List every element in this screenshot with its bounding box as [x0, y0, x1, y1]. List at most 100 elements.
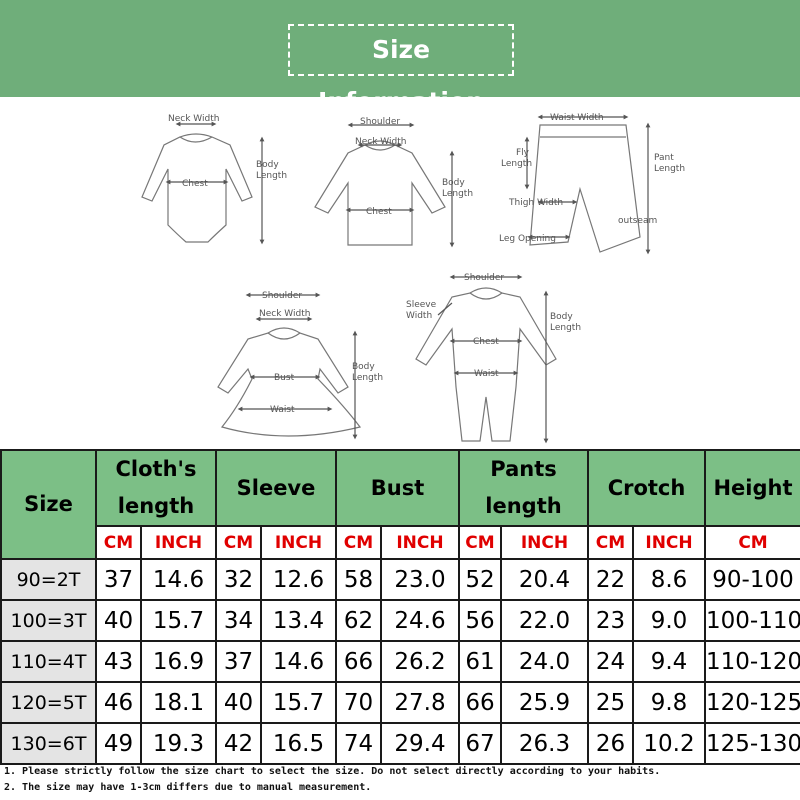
pants-length-label: Length — [654, 164, 685, 174]
value-cell: 18.1 — [140, 681, 217, 724]
dress-length-label: Length — [352, 373, 383, 383]
unit-cm: CM — [704, 525, 800, 560]
value-cell: 46 — [95, 681, 142, 724]
romper-shoulder-label: Shoulder — [464, 273, 504, 283]
pants-waist-width-label: Waist Width — [550, 113, 604, 123]
value-cell: 62 — [335, 599, 382, 642]
unit-cm: CM — [587, 525, 634, 560]
pants-fly-label: Fly — [516, 148, 530, 158]
dress-body-label: Body — [352, 362, 375, 372]
value-cell: 110-120 — [704, 640, 800, 683]
value-cell: 16.9 — [140, 640, 217, 683]
note-1: 1. Please strictly follow the size chart… — [4, 766, 661, 777]
bodysuit-length-label: Length — [256, 171, 287, 181]
value-cell: 24.0 — [500, 640, 589, 683]
unit-cm: CM — [335, 525, 382, 560]
value-cell: 20.4 — [500, 558, 589, 601]
table-header-row: Size Cloth's length Sleeve Bust Pants le… — [0, 449, 800, 560]
value-cell: 66 — [335, 640, 382, 683]
group-header: Crotch — [586, 449, 707, 527]
value-cell: 29.4 — [380, 722, 460, 765]
dress-neck-width-label: Neck Width — [259, 309, 310, 319]
pants-thigh-width-label: Thigh Width — [508, 198, 563, 208]
romper-diagram — [415, 274, 557, 444]
value-cell: 27.8 — [380, 681, 460, 724]
bodysuit-body-label: Body — [256, 160, 279, 170]
size-cell: 100=3T — [0, 599, 97, 642]
top-shoulder-label: Shoulder — [360, 117, 400, 127]
value-cell: 8.6 — [631, 558, 707, 601]
romper-sleeve-label: Sleeve — [406, 300, 437, 310]
table-row: 110=4T 43 16.9 37 14.6 66 26.2 61 24.0 24 9.4 110-1… — [0, 640, 800, 683]
size-cell: 90=2T — [0, 558, 97, 601]
size-cell: 110=4T — [0, 640, 97, 683]
value-cell: 9.0 — [631, 599, 707, 642]
value-cell: 125-130 — [704, 722, 800, 765]
value-cell: 67 — [458, 722, 502, 765]
value-cell: 34 — [215, 599, 262, 642]
value-cell: 32 — [215, 558, 262, 601]
top-length-label: Length — [442, 189, 473, 199]
unit-inch: INCH — [500, 525, 589, 560]
romper-body-label: Body — [550, 312, 573, 322]
dress-bust-label: Bust — [274, 373, 295, 383]
value-cell: 15.7 — [140, 599, 217, 642]
pants-pant-label: Pant — [654, 153, 674, 163]
unit-cm: CM — [95, 525, 142, 560]
romper-sleeve-width-label: Width — [406, 311, 432, 321]
pants-fly-length-label: Length — [501, 159, 532, 169]
size-chart-table: Size Cloth's length Sleeve Bust Pants le… — [0, 449, 800, 765]
value-cell: 90-100 — [704, 558, 800, 601]
unit-row: CM INCH CM INCH CM INCH CM INCH CM INCH … — [1, 525, 800, 560]
value-cell: 25 — [587, 681, 634, 724]
top-body-label: Body — [442, 178, 465, 188]
value-cell: 100-110 — [704, 599, 800, 642]
top-neck-width-label: Neck Width — [355, 137, 406, 147]
value-cell: 22 — [587, 558, 634, 601]
value-cell: 42 — [215, 722, 262, 765]
size-cell: 130=6T — [0, 722, 97, 765]
romper-waist-label: Waist — [474, 369, 499, 379]
group-header: Cloth's length — [95, 449, 217, 527]
group-header: Pants length — [458, 449, 589, 527]
dress-shoulder-label: Shoulder — [262, 291, 302, 301]
unit-cm: CM — [458, 525, 502, 560]
value-cell: 56 — [458, 599, 502, 642]
value-cell: 25.9 — [500, 681, 589, 724]
pants-leg-opening-label: Leg Opening — [499, 234, 556, 244]
title-banner: Size Information — [0, 0, 800, 116]
table-row: 90=2T 37 14.6 32 12.6 58 23.0 52 20.4 22 8.6 90-100 — [0, 558, 800, 601]
bodysuit-neck-width-label: Neck Width — [168, 114, 219, 124]
value-cell: 23.0 — [380, 558, 460, 601]
value-cell: 23 — [587, 599, 634, 642]
value-cell: 70 — [335, 681, 382, 724]
group-header: Bust — [335, 449, 460, 527]
size-header: Size — [0, 449, 97, 560]
unit-inch: INCH — [140, 525, 217, 560]
value-cell: 40 — [95, 599, 142, 642]
value-cell: 12.6 — [260, 558, 337, 601]
value-cell: 14.6 — [140, 558, 217, 601]
top-chest-label: Chest — [366, 207, 392, 217]
note-2: 2. The size may have 1-3cm differs due t… — [4, 782, 372, 793]
pants-outseam-label: outseam — [618, 216, 657, 226]
value-cell: 120-125 — [704, 681, 800, 724]
height-header: Height — [704, 449, 800, 527]
value-cell: 61 — [458, 640, 502, 683]
value-cell: 26.3 — [500, 722, 589, 765]
value-cell: 74 — [335, 722, 382, 765]
value-cell: 40 — [215, 681, 262, 724]
table-row: 120=5T 46 18.1 40 15.7 70 27.8 66 25.9 25 9.8 120-1… — [0, 681, 800, 724]
value-cell: 9.8 — [631, 681, 707, 724]
value-cell: 43 — [95, 640, 142, 683]
table-row: 100=3T 40 15.7 34 13.4 62 24.6 56 22.0 23 9.0 100-1… — [0, 599, 800, 642]
value-cell: 24 — [587, 640, 634, 683]
value-cell: 10.2 — [631, 722, 707, 765]
value-cell: 9.4 — [631, 640, 707, 683]
value-cell: 37 — [215, 640, 262, 683]
bodysuit-chest-label: Chest — [182, 179, 208, 189]
banner-title: Size Information — [318, 35, 484, 116]
value-cell: 16.5 — [260, 722, 337, 765]
dress-waist-label: Waist — [270, 405, 295, 415]
unit-inch: INCH — [380, 525, 460, 560]
